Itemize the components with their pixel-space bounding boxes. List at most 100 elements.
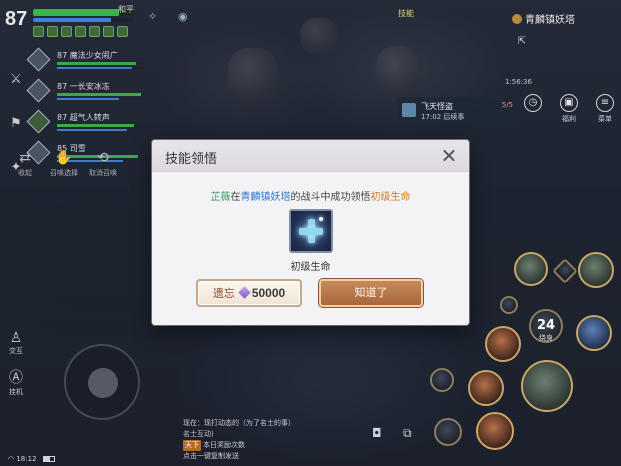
menu-button[interactable]: ▣ 福利	[556, 94, 582, 124]
buff-icon	[75, 26, 86, 37]
menu-button[interactable]: ≡ 菜单	[592, 94, 618, 124]
team-member-mp-bar	[57, 98, 145, 100]
interact-label: 交互	[9, 347, 23, 355]
skill-button[interactable]	[576, 315, 612, 351]
chat-text: 点击一键复制发送	[183, 452, 239, 460]
chat-line: 现在：现打动态的（为了名士的事）	[183, 418, 373, 429]
clock-icon: ◷	[524, 94, 542, 112]
target-icon[interactable]	[500, 296, 518, 314]
team-member-mp-bar	[57, 129, 145, 131]
message-skill-name: 初级生命	[370, 192, 411, 203]
quick-action-label: 召唤选择	[50, 169, 78, 177]
team-member-hp-bar	[57, 124, 145, 127]
dialog-message: 芷薇在青麟镇妖塔的战斗中成功领悟初级生命	[152, 188, 469, 203]
quick-action-row: ⇄ 收起 ✋ 召唤选择 ⟲ 取消召唤	[10, 150, 118, 178]
gift-icon: ▣	[560, 94, 578, 112]
quick-action-label: 取消召唤	[89, 169, 117, 177]
skill-button[interactable]	[468, 370, 504, 406]
device-time: 18:12	[16, 455, 37, 463]
sword-icon[interactable]: ⚔	[7, 72, 25, 94]
skill-button[interactable]	[476, 412, 514, 450]
joystick-knob[interactable]	[88, 368, 118, 398]
flag-icon[interactable]: ⚑	[7, 116, 25, 138]
team-member[interactable]: 87 一长安冰冻	[26, 78, 150, 109]
message-location: 青麟镇妖塔	[240, 192, 291, 203]
buff-icon	[61, 26, 72, 37]
chat-line: 天下 本日奖励次数	[183, 440, 373, 451]
forget-label: 遗忘	[212, 287, 235, 300]
buff-row	[33, 26, 128, 37]
screenshot-icon[interactable]: ⧉	[403, 426, 412, 441]
forget-cost: 50000	[251, 286, 286, 300]
map-side-icons: ⇱	[512, 36, 532, 56]
forget-skill-button[interactable]: 遗忘 50000	[196, 279, 302, 307]
quick-action-label: 收起	[18, 169, 32, 177]
left-side-icons: ⚔ ⚑ ✦	[7, 72, 25, 204]
team-member[interactable]: 87 超气人转声	[26, 109, 150, 140]
skill-cooldown-label: 绕身	[539, 334, 553, 342]
exit-dungeon-icon[interactable]: ⇱	[512, 36, 532, 56]
main-attack-button[interactable]	[521, 360, 573, 412]
skill-name-label: 初级生命	[290, 262, 331, 273]
pet-avatar-icon[interactable]: ◉	[178, 10, 192, 24]
dialog-header: 技能领悟	[152, 140, 469, 172]
skill-button[interactable]	[514, 252, 548, 286]
buff-icon	[47, 26, 58, 37]
task-count: 5/5	[501, 101, 513, 109]
hand-icon: ✋	[55, 150, 73, 166]
class-icon	[26, 47, 51, 72]
map-name[interactable]: 青麟镇妖塔	[512, 11, 575, 26]
team-member-name: 87 一长安冰冻	[57, 82, 110, 91]
chat-channel-tag: 天下	[183, 440, 201, 451]
dialog-title: 技能领悟	[165, 152, 218, 167]
message-connector: 在	[230, 192, 241, 203]
chat-box[interactable]: 现在：现打动态的（为了名士的事） 名士互动) 天下 本日奖励次数 点击一键复制发送	[183, 418, 373, 462]
close-icon[interactable]	[439, 146, 459, 166]
item-slot[interactable]	[430, 368, 454, 392]
class-icon	[26, 109, 51, 134]
skill-button[interactable]	[578, 252, 614, 288]
device-status-bar: ◠ 18:12	[8, 455, 55, 463]
skill-learned-dialog: 技能领悟 芷薇在青麟镇妖塔的战斗中成功领悟初级生命 初级生命 遗忘 50000 知…	[152, 140, 469, 325]
skill-button[interactable]	[485, 326, 521, 362]
chat-text: 名士互动)	[183, 430, 214, 438]
chat-line: 名士互动)	[183, 429, 373, 440]
acknowledge-button[interactable]: 知道了	[319, 279, 423, 307]
message-connector: 的战斗中成功领悟	[290, 192, 371, 203]
menu-button-label: 菜单	[598, 115, 612, 123]
menu-button[interactable]: ◷	[520, 94, 546, 124]
wifi-icon: ◠	[8, 455, 15, 463]
task-card[interactable]: 飞天怪盗 17:02 后续事 5/5	[397, 97, 519, 127]
buff-icon	[117, 26, 128, 37]
player-level: 87	[5, 8, 28, 30]
auto-hang-toggle[interactable]: Ⓐ 挂机	[5, 367, 27, 397]
auto-hang-label: 挂机	[9, 388, 23, 396]
task-title: 飞天怪盗	[421, 102, 453, 111]
switch-target-button[interactable]	[434, 418, 462, 446]
team-member-name: 87 超气人转声	[57, 113, 110, 122]
quick-action-button[interactable]: ⇄ 收起	[10, 150, 40, 178]
class-icon	[26, 78, 51, 103]
buff-icon	[89, 26, 100, 37]
team-member-hp-bar	[57, 62, 145, 65]
auto-icon: Ⓐ	[9, 370, 23, 386]
team-member[interactable]: 87 魔法少女闹广	[26, 47, 150, 78]
heal-plus-icon[interactable]	[289, 209, 333, 253]
top-right-menu: ◷ ▣ 福利 ≡ 菜单	[520, 94, 618, 124]
team-member-mp-bar	[57, 67, 145, 69]
dungeon-timer: 1:56:36	[505, 78, 532, 86]
quick-action-button[interactable]: ✋ 召唤选择	[49, 150, 79, 178]
camera-icon[interactable]: ◘	[372, 426, 382, 440]
buff-icon	[33, 26, 44, 37]
compass-icon[interactable]: ✧	[148, 10, 162, 24]
movement-joystick[interactable]	[64, 344, 140, 420]
buff-icon	[103, 26, 114, 37]
skill-cooldown-count: 24	[536, 318, 556, 333]
menu-button-label: 福利	[562, 115, 576, 123]
interact-toggle[interactable]: ♙ 交互	[5, 330, 27, 356]
follow-icon: ⟲	[97, 150, 109, 166]
chat-line: 点击一键复制发送	[183, 451, 373, 462]
quick-action-button[interactable]: ⟲ 取消召唤	[88, 150, 118, 178]
top-player-name: 和平	[118, 5, 134, 14]
menu-icon: ≡	[596, 94, 614, 112]
